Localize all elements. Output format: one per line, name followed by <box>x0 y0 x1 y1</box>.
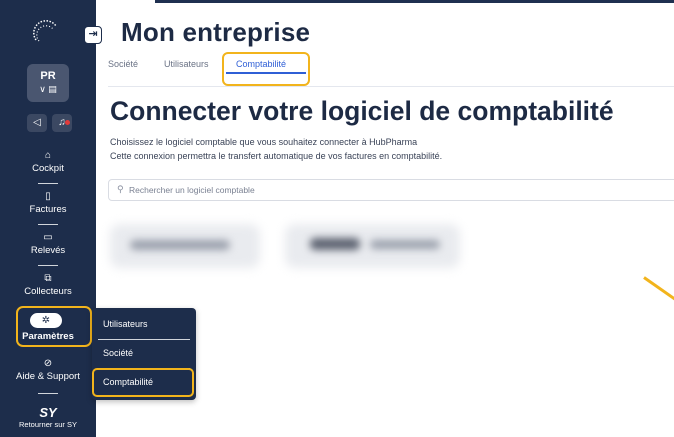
description-line-1: Choisissez le logiciel comptable que vou… <box>110 137 418 147</box>
sidebar-item-collecteurs[interactable]: ⧉ Collecteurs <box>0 273 96 297</box>
sidebar-item-label: Cockpit <box>32 163 64 174</box>
sidebar-item-label: Aide & Support <box>16 371 80 382</box>
sidebar-item-label: Collecteurs <box>24 286 72 297</box>
statement-icon: ▭ <box>43 232 53 243</box>
nav-divider <box>38 265 58 266</box>
sidebar-item-factures[interactable]: ▯ Factures <box>0 191 96 215</box>
software-card-2-logo <box>310 238 360 250</box>
comptabilite-tab-highlight <box>222 52 310 86</box>
tab-societe[interactable]: Société <box>108 59 138 69</box>
flyout-item-societe[interactable]: Société <box>92 348 196 358</box>
home-icon: ⌂ <box>44 150 52 161</box>
nav-divider <box>38 393 58 394</box>
tab-utilisateurs[interactable]: Utilisateurs <box>164 59 209 69</box>
top-bar <box>155 0 674 3</box>
flyout-item-utilisateurs[interactable]: Utilisateurs <box>92 319 196 329</box>
parametres-highlight <box>16 306 92 347</box>
sidebar: PR ∨ ▤ ◁ ♫ ⌂ Cockpit ▯ Factures ▭ Relevé… <box>0 0 96 437</box>
software-card-1-logo <box>130 240 230 250</box>
sidebar-item-cockpit[interactable]: ⌂ Cockpit <box>0 150 96 174</box>
section-title: Connecter votre logiciel de comptabilité <box>110 96 614 126</box>
megaphone-icon[interactable]: ◁ <box>27 114 47 132</box>
sidebar-item-label: Factures <box>29 204 67 215</box>
nav-divider <box>38 224 58 225</box>
notification-bell-icon[interactable]: ♫ <box>52 114 72 132</box>
sidebar-item-releves[interactable]: ▭ Relevés <box>0 232 96 256</box>
software-card-2-name <box>370 240 440 249</box>
nav-divider <box>38 183 58 184</box>
tabs-divider <box>108 86 674 87</box>
user-switcher-sub: ∨ ▤ <box>39 84 57 94</box>
return-to-sy-link[interactable]: Retourner sur SY <box>0 420 96 429</box>
help-icon: ⊘ <box>43 358 53 369</box>
search-icon: ⚲ <box>117 184 124 194</box>
search-box[interactable]: ⚲ <box>108 179 674 201</box>
flyout-separator <box>98 339 190 340</box>
sy-logo[interactable]: SY <box>0 405 96 420</box>
logo-icon <box>33 20 57 42</box>
document-icon: ▯ <box>45 191 51 202</box>
search-input[interactable] <box>129 183 629 197</box>
collector-icon: ⧉ <box>44 273 52 284</box>
description-line-2: Cette connexion permettra le transfert a… <box>110 151 443 161</box>
page-title: Mon entreprise <box>121 17 311 47</box>
user-initials: PR <box>40 70 56 82</box>
sidebar-item-aide[interactable]: ⊘ Aide & Support <box>0 358 96 382</box>
user-switcher[interactable]: PR ∨ ▤ <box>27 64 69 102</box>
sidebar-item-label: Relevés <box>30 245 66 256</box>
comptabilite-menu-highlight <box>92 368 194 397</box>
collapse-sidebar-icon[interactable]: ⇥ <box>84 26 102 44</box>
notification-dot <box>65 120 70 125</box>
annotation-arrow <box>643 276 674 302</box>
